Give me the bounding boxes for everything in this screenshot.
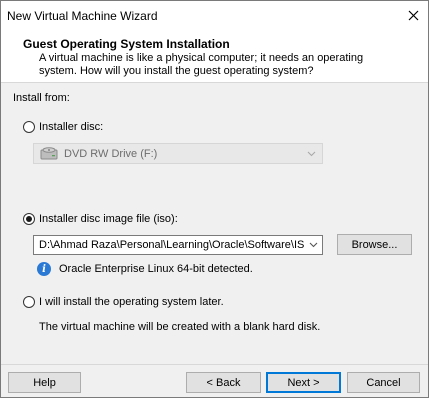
back-button[interactable]: < Back [186,372,261,393]
close-icon [408,10,418,20]
chevron-down-icon[interactable] [309,240,318,249]
installer-disc-radio[interactable]: Installer disc: [23,121,103,133]
dvd-drive-icon [40,146,58,159]
cancel-button[interactable]: Cancel [347,372,420,393]
wizard-footer: Help < Back Next > Cancel [1,364,428,397]
wizard-body: Install from: Installer disc: DVD RW Dri… [1,84,428,364]
radio-circle [23,121,35,133]
install-from-label: Install from: [13,92,70,104]
iso-path-value: D:\Ahmad Raza\Personal\Learning\Oracle\S… [39,239,305,251]
wizard-header: Guest Operating System Installation A vi… [1,29,428,83]
install-later-radio[interactable]: I will install the operating system late… [23,296,224,308]
dvd-drive-value: DVD RW Drive (F:) [64,147,158,160]
title-bar: New Virtual Machine Wizard [1,1,428,29]
wizard-window: New Virtual Machine Wizard Guest Operati… [0,0,429,398]
radio-circle [23,296,35,308]
detection-info: i Oracle Enterprise Linux 64-bit detecte… [37,262,253,276]
window-title: New Virtual Machine Wizard [7,9,158,23]
close-button[interactable] [398,1,428,29]
browse-button[interactable]: Browse... [337,234,412,255]
iso-image-radio[interactable]: Installer disc image file (iso): [23,213,178,225]
radio-circle [23,213,35,225]
iso-path-input[interactable]: D:\Ahmad Raza\Personal\Learning\Oracle\S… [33,235,323,255]
page-description: A virtual machine is like a physical com… [39,52,364,77]
next-button[interactable]: Next > [266,372,341,393]
iso-image-label: Installer disc image file (iso): [39,213,178,225]
detection-text: Oracle Enterprise Linux 64-bit detected. [59,263,253,275]
chevron-down-icon [307,151,316,157]
installer-disc-label: Installer disc: [39,121,104,133]
help-button[interactable]: Help [8,372,81,393]
info-icon: i [37,262,51,276]
page-title: Guest Operating System Installation [23,37,230,51]
install-later-label: I will install the operating system late… [39,296,224,308]
dvd-drive-select[interactable]: DVD RW Drive (F:) [33,143,323,164]
install-later-note: The virtual machine will be created with… [39,321,321,333]
